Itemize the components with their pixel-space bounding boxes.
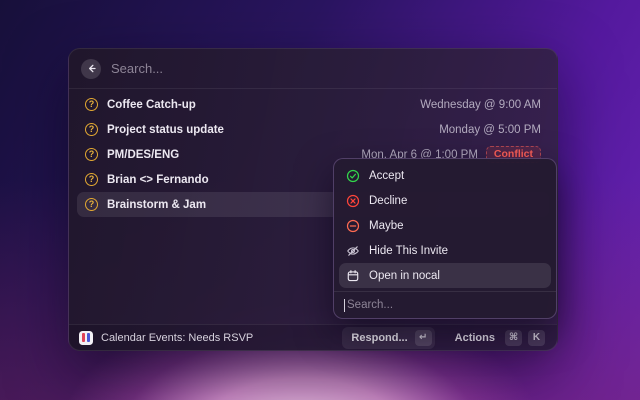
rsvp-question-icon: ? [85,198,98,211]
event-title: PM/DES/ENG [107,149,179,161]
check-circle-icon [346,169,360,183]
text-caret [344,299,345,312]
menu-item-open-in-nocal[interactable]: Open in nocal [339,263,551,288]
actions-label: Actions [455,332,495,344]
event-title: Brainstorm & Jam [107,199,206,211]
menu-item-label: Hide This Invite [369,245,448,257]
list-item[interactable]: ? Coffee Catch-up Wednesday @ 9:00 AM [77,92,549,117]
event-title: Coffee Catch-up [107,99,196,111]
menu-item-accept[interactable]: Accept [339,163,551,188]
status-bar: Calendar Events: Needs RSVP Respond... ↵… [69,324,557,350]
list-item[interactable]: ? Project status update Monday @ 5:00 PM [77,117,549,142]
rsvp-question-icon: ? [85,148,98,161]
desktop-wallpaper: ? Coffee Catch-up Wednesday @ 9:00 AM ? … [0,0,640,400]
menu-item-label: Accept [369,170,404,182]
respond-label: Respond... [351,332,407,344]
search-input[interactable] [111,61,545,76]
menu-item-label: Maybe [369,220,404,232]
back-button[interactable] [81,59,101,79]
enter-key-badge: ↵ [415,330,432,346]
command-title: Calendar Events: Needs RSVP [101,332,253,344]
calendar-icon [346,269,360,283]
event-title: Project status update [107,124,224,136]
menu-item-label: Decline [369,195,407,207]
x-circle-icon [346,194,360,208]
menu-item-label: Open in nocal [369,270,440,282]
menu-item-maybe[interactable]: Maybe [339,213,551,238]
menu-item-hide-invite[interactable]: Hide This Invite [339,238,551,263]
minus-circle-icon [346,219,360,233]
arrow-left-icon [86,63,97,74]
respond-button[interactable]: Respond... ↵ [342,327,434,349]
rsvp-question-icon: ? [85,123,98,136]
event-time: Wednesday @ 9:00 AM [420,99,541,111]
menu-search-input[interactable] [347,299,546,311]
search-header [69,49,557,89]
rsvp-action-menu: Accept Decline Maybe Hide This Invite [333,158,557,319]
nocal-app-icon [79,331,93,345]
eye-slash-icon [346,244,360,258]
k-key-badge: K [528,330,545,346]
menu-item-decline[interactable]: Decline [339,188,551,213]
rsvp-question-icon: ? [85,98,98,111]
event-time: Monday @ 5:00 PM [439,124,541,136]
menu-search-row [334,291,556,318]
actions-button[interactable]: Actions ⌘ K [453,327,547,349]
rsvp-question-icon: ? [85,173,98,186]
event-title: Brian <> Fernando [107,174,209,186]
cmd-key-badge: ⌘ [505,330,522,346]
